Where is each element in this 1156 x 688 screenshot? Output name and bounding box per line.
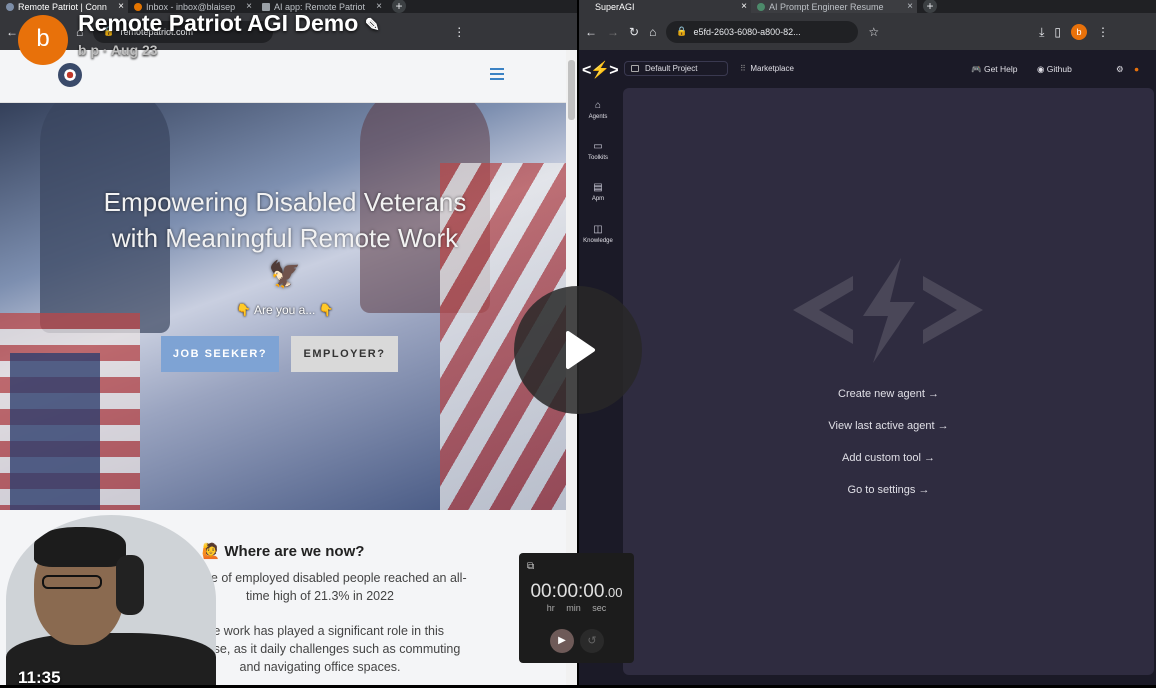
kebab-menu-icon[interactable]: ⋮ [1097,26,1109,38]
hamburger-menu-icon[interactable] [490,68,504,83]
sidebar-label: Apm [591,196,605,202]
get-help-label: Get Help [983,64,1018,74]
superagi-big-logo-icon [793,258,983,363]
github-link[interactable]: ◉ Github [1037,64,1072,75]
employer-button[interactable]: EMPLOYER? [291,336,398,372]
scrollbar-thumb[interactable] [568,60,575,120]
create-new-agent-link[interactable]: Create new agent → [623,388,1154,400]
new-tab-button[interactable]: + [923,0,937,13]
user-icon[interactable]: ● [1134,64,1139,74]
view-last-agent-link[interactable]: View last active agent → [623,420,1154,432]
stopwatch-reset-button[interactable]: ↺ [580,629,604,653]
new-tab-button[interactable]: + [392,0,406,13]
hero-title: Empowering Disabled Veterans with Meanin… [103,187,467,289]
grid-icon: ⠿ [740,64,749,73]
home-icon[interactable]: ⌂ [649,26,656,38]
play-button[interactable] [514,286,642,414]
sidebar-item-knowledge[interactable]: ◫ Knowledge [579,224,617,244]
video-title-text: Remote Patriot AGI Demo [78,10,359,36]
webcam-bubble [6,515,216,685]
download-icon[interactable]: ⤓ [1039,26,1044,38]
hero-subtitle: 👇 Are you a... 👇 [236,303,334,317]
sidebar-item-toolkits[interactable]: ▭ Toolkits [579,141,617,161]
picture-in-picture-icon[interactable]: ⧉ [527,561,534,572]
presenter-hair [34,527,126,567]
right-tab-strip: SuperAGI × AI Prompt Engineer Resume × + [579,0,1156,13]
author-avatar[interactable]: b [18,15,68,65]
pencil-edit-icon[interactable]: ✎ [365,15,380,35]
superagi-main-panel: Create new agent → View last active agen… [623,88,1154,675]
gear-icon [757,2,765,11]
profile-avatar[interactable]: b [1071,23,1087,40]
right-toolbar: ← → ↻ ⌂ 🔒 e5fd-2603-6080-a800-82... ☆ ⤓ ▯… [579,13,1156,50]
tab-label: AI Prompt Engineer Resume [769,1,884,12]
stopwatch-fraction: .00 [604,585,623,600]
stopwatch-labels: hr min sec [546,603,607,613]
sidebar-item-agents[interactable]: ⌂ Agents [579,100,617,120]
close-icon[interactable]: × [741,0,747,13]
project-label: Default Project [645,64,698,73]
presenter-glasses [42,575,102,589]
stopwatch-widget: ⧉ 00:00:00.00 hr min sec ▶ ↺ [519,553,634,663]
discord-icon: 🎮 [971,64,982,74]
add-custom-tool-link[interactable]: Add custom tool → [623,452,1154,464]
sidebar-label: Agents [588,114,608,120]
project-selector[interactable]: Default Project [624,61,728,76]
stopwatch-main: 00:00:00 [530,581,605,602]
play-icon [566,331,595,369]
superagi-logo[interactable]: <⚡> [582,60,619,80]
back-arrow-icon[interactable]: ← [585,26,597,38]
marketplace-link[interactable]: ⠿ Marketplace [740,64,794,73]
folder-icon [631,65,639,72]
sidebar-label: Toolkits [587,155,608,161]
address-bar[interactable]: 🔒 e5fd-2603-6080-a800-82... [666,20,859,43]
lock-icon: 🔒 [676,26,688,36]
sidebar-item-apm[interactable]: ▤ Apm [579,182,617,202]
toolbox-icon: ▭ [593,141,603,152]
github-icon: ◉ [1037,64,1045,74]
url-text: e5fd-2603-6080-a800-82... [693,26,801,37]
go-to-settings-link[interactable]: Go to settings → [623,484,1154,496]
sidebar-label: Knowledge [583,238,613,244]
tab-label: SuperAGI [595,1,635,12]
sidepanel-icon[interactable]: ▯ [1054,26,1061,38]
get-help-link[interactable]: 🎮 Get Help [971,64,1018,75]
extensions-icon[interactable]: ⋮ [453,26,465,38]
stopwatch-digits: 00:00:00.00 [519,581,634,603]
back-arrow-icon[interactable]: ← [6,26,18,38]
job-seeker-button[interactable]: JOB SEEKER? [161,336,279,372]
site-logo[interactable] [58,63,82,87]
right-browser-window: SuperAGI × AI Prompt Engineer Resume × + ←… [579,0,1156,685]
robot-icon: ⌂ [594,100,602,111]
video-title: Remote Patriot AGI Demo ✎ [78,10,380,37]
close-icon[interactable]: × [907,0,913,13]
video-meta: b p · Aug 23 [78,42,158,58]
reload-icon[interactable]: ↻ [629,26,639,38]
marketplace-label: Marketplace [750,64,794,73]
bookmark-icon[interactable]: ☆ [868,26,879,38]
chart-icon: ▤ [593,182,603,193]
settings-icon[interactable]: ⚙ [1116,64,1124,75]
stopwatch-play-button[interactable]: ▶ [550,629,574,653]
github-label: Github [1046,64,1072,74]
forward-arrow-icon[interactable]: → [607,26,619,38]
globe-icon [6,2,14,11]
book-icon: ◫ [593,224,603,235]
headset-icon [116,555,144,615]
video-timestamp: 11:35 [18,668,61,687]
tab-resume[interactable]: AI Prompt Engineer Resume × [751,0,917,13]
flag-stars [10,353,100,510]
tab-superagi[interactable]: SuperAGI × [579,0,751,13]
